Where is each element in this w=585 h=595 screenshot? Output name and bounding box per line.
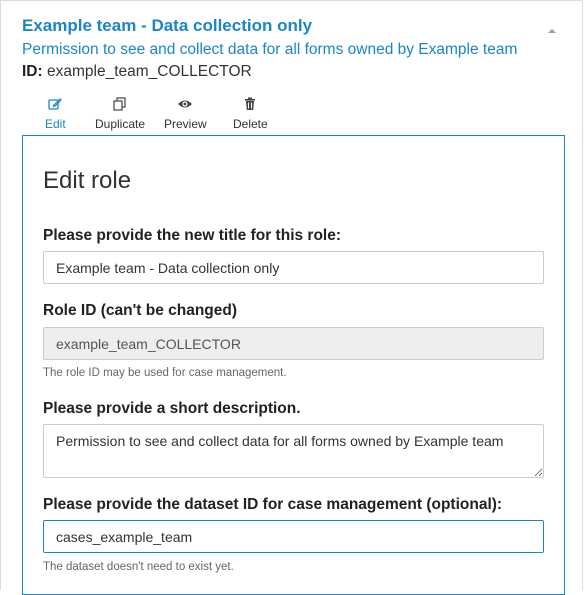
dataset-field-label: Please provide the dataset ID for case m… — [43, 496, 503, 513]
edit-role-panel: Edit role Please provide the new title f… — [22, 135, 565, 595]
role-card: Example team - Data collection only Perm… — [0, 0, 583, 595]
edit-role-heading: Edit role — [43, 167, 132, 194]
role-title[interactable]: Example team - Data collection only — [22, 15, 312, 37]
delete-button[interactable]: Delete — [233, 96, 268, 131]
dataset-id-input[interactable] — [43, 520, 544, 553]
role-id-line: ID: example_team_COLLECTOR — [22, 62, 252, 82]
dataset-help-text: The dataset doesn't need to exist yet. — [43, 561, 234, 573]
preview-button-label: Preview — [164, 117, 207, 131]
eye-icon — [164, 96, 207, 112]
role-description: Permission to see and collect data for a… — [22, 41, 518, 58]
role-id-value: example_team_COLLECTOR — [46, 63, 252, 80]
edit-icon — [45, 96, 66, 112]
role-id-help-text: The role ID may be used for case managem… — [43, 367, 287, 379]
duplicate-button-label: Duplicate — [95, 117, 146, 131]
delete-button-label: Delete — [233, 117, 268, 131]
collapse-up-icon[interactable] — [546, 23, 558, 33]
role-id-input — [43, 327, 544, 360]
description-field-label: Please provide a short description. — [43, 400, 301, 417]
title-input[interactable] — [43, 251, 544, 284]
edit-button-label: Edit — [45, 117, 66, 131]
title-field-label: Please provide the new title for this ro… — [43, 227, 342, 244]
role-id-label: ID: — [22, 63, 43, 80]
role-id-field-label: Role ID (can't be changed) — [43, 302, 238, 319]
trash-icon — [233, 96, 268, 112]
description-textarea[interactable]: Permission to see and collect data for a… — [43, 424, 544, 478]
duplicate-icon — [95, 96, 145, 112]
duplicate-button[interactable]: Duplicate — [95, 96, 145, 131]
edit-button[interactable]: Edit — [37, 96, 74, 139]
preview-button[interactable]: Preview — [164, 96, 207, 131]
